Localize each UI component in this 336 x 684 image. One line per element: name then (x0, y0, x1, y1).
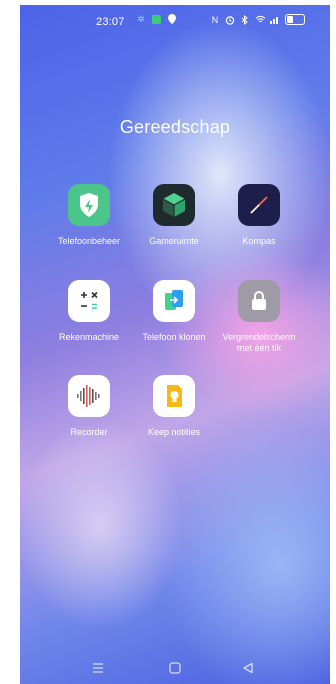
status-time: 23:07 (96, 16, 125, 28)
keep-bulb-icon (153, 375, 195, 417)
app-label: Telefoon klonen (142, 332, 206, 342)
status-bar: 23:07 ✲ N (20, 5, 330, 35)
app-label: Rekenmachine (58, 332, 120, 342)
app-label: Recorder (70, 427, 108, 437)
app-gameruimte[interactable]: Gameruimte (129, 184, 219, 247)
app-label: Keep notities (147, 427, 201, 437)
app-notification-icon (152, 14, 161, 24)
navigation-bar (20, 655, 330, 684)
app-kompas[interactable]: Kompas (214, 184, 304, 247)
app-rekenmachine[interactable]: Rekenmachine (44, 280, 134, 343)
menu-icon[interactable] (91, 661, 105, 675)
gamespace-icon (153, 184, 195, 226)
app-telefoon-klonen[interactable]: Telefoon klonen (129, 280, 219, 343)
app-label: Telefoonbeheer (57, 236, 121, 246)
back-icon[interactable] (241, 661, 255, 675)
lock-icon (238, 280, 280, 322)
wifi-icon (255, 15, 266, 25)
nfc-icon: N (211, 14, 219, 25)
app-keep-notities[interactable]: Keep notities (129, 375, 219, 438)
app-telefoonbeheer[interactable]: Telefoonbeheer (44, 184, 134, 247)
bluetooth-icon (240, 14, 250, 25)
app-label: Vergrendelscherm met één tik (222, 332, 296, 353)
app-recorder[interactable]: Recorder (44, 375, 134, 438)
home-icon[interactable] (168, 661, 182, 675)
app-label: Kompas (242, 236, 276, 246)
alarm-icon (225, 15, 235, 25)
home-screen: 23:07 ✲ N Gereedschap Telefoonbeheer Gam… (20, 5, 330, 684)
app-vergrendelscherm[interactable]: Vergrendelscherm met één tik (214, 280, 304, 354)
gear-icon: ✲ (137, 14, 145, 24)
location-icon (167, 14, 177, 24)
folder-title[interactable]: Gereedschap (20, 117, 330, 138)
clone-phone-icon (153, 280, 195, 322)
waveform-icon (68, 375, 110, 417)
app-label: Gameruimte (149, 236, 199, 246)
signal-icon (270, 15, 280, 25)
compass-icon (238, 184, 280, 226)
shield-bolt-icon (68, 184, 110, 226)
battery-icon (285, 14, 305, 25)
calculator-icon (68, 280, 110, 322)
